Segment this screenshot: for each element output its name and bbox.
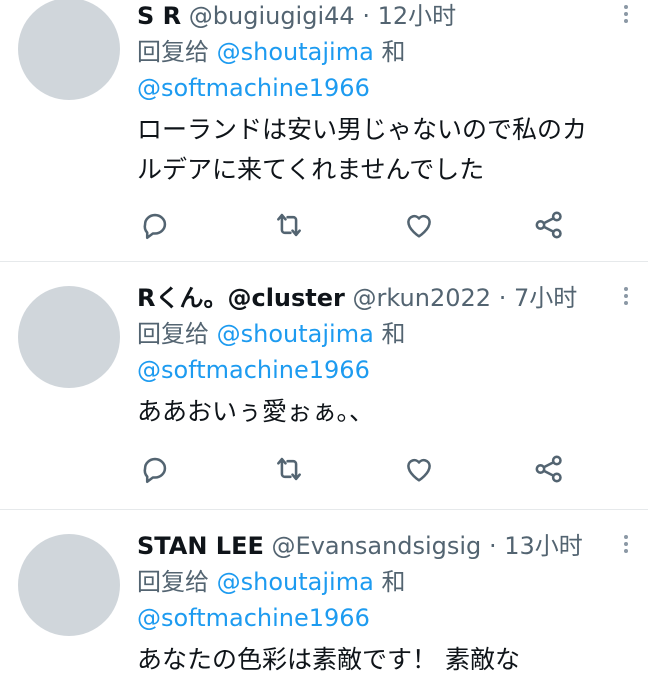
reply-to-2: @softmachine1966	[137, 70, 638, 106]
retweet-icon[interactable]	[272, 208, 306, 242]
user-handle[interactable]: @bugiugigi44	[189, 2, 355, 30]
reply-icon[interactable]	[138, 452, 172, 486]
reply-prefix: 回复给	[137, 568, 209, 596]
separator-dot: ·	[498, 284, 507, 312]
display-name[interactable]: S R	[137, 2, 181, 30]
heart-icon[interactable]	[402, 208, 436, 242]
reply-prefix: 回复给	[137, 320, 209, 348]
mention-link[interactable]: @softmachine1966	[137, 604, 370, 632]
user-handle[interactable]: @rkun2022	[353, 284, 492, 312]
mention-link[interactable]: @softmachine1966	[137, 74, 370, 102]
reply-conjunction: 和	[381, 568, 406, 596]
reply-to: 回复给 @shoutajima 和	[137, 34, 638, 70]
tweet-text: ローランドは安い男じゃないので私のカ ルデアに来てくれませんでした	[137, 110, 638, 190]
tweet-text: ああおいぅ愛ぉぁ。、	[137, 392, 638, 432]
reply-to: 回复给 @shoutajima 和	[137, 316, 638, 352]
reply-to-2: @softmachine1966	[137, 600, 638, 636]
timestamp[interactable]: 7小时	[514, 284, 577, 312]
share-icon[interactable]	[532, 208, 566, 242]
user-handle[interactable]: @Evansandsigsig	[272, 532, 482, 560]
mention-link[interactable]: @shoutajima	[217, 38, 374, 66]
avatar[interactable]	[18, 286, 120, 388]
reply-icon[interactable]	[138, 208, 172, 242]
tweet-actions	[0, 208, 648, 248]
heart-icon[interactable]	[402, 452, 436, 486]
separator-dot: ·	[362, 2, 370, 30]
mention-link[interactable]: @shoutajima	[217, 568, 374, 596]
avatar[interactable]	[18, 0, 120, 100]
mention-link[interactable]: @softmachine1966	[137, 356, 370, 384]
tweet-body: Rくん。@cluster @rkun2022 · 7小时 回复给 @shouta…	[137, 280, 638, 432]
tweet-header: S R @bugiugigi44 · 12小时	[137, 0, 638, 34]
tweet-header: Rくん。@cluster @rkun2022 · 7小时	[137, 280, 638, 316]
reply-prefix: 回复给	[137, 38, 209, 66]
tweet-text-line: ルデアに来てくれませんでした	[137, 155, 485, 184]
timestamp[interactable]: 13小时	[504, 532, 583, 560]
more-icon[interactable]	[614, 532, 638, 560]
avatar[interactable]	[18, 534, 120, 636]
tweet-header: STAN LEE @Evansandsigsig · 13小时	[137, 528, 638, 564]
tweet-body: STAN LEE @Evansandsigsig · 13小时 回复给 @sho…	[137, 528, 638, 680]
reply-to: 回复给 @shoutajima 和	[137, 564, 638, 600]
tweet[interactable]: STAN LEE @Evansandsigsig · 13小时 回复给 @sho…	[0, 510, 648, 688]
tweet-text-line: ローランドは安い男じゃないので私のカ	[137, 115, 588, 144]
retweet-icon[interactable]	[272, 452, 306, 486]
timestamp[interactable]: 12小时	[378, 2, 457, 30]
display-name[interactable]: Rくん。@cluster	[137, 284, 345, 312]
tweet[interactable]: Rくん。@cluster @rkun2022 · 7小时 回复给 @shouta…	[0, 262, 648, 510]
tweet-text: あなたの色彩は素敵です！ 素敵な	[137, 640, 638, 680]
display-name[interactable]: STAN LEE	[137, 532, 264, 560]
share-icon[interactable]	[532, 452, 566, 486]
more-icon[interactable]	[614, 284, 638, 312]
tweet[interactable]: S R @bugiugigi44 · 12小时 回复给 @shoutajima …	[0, 0, 648, 262]
reply-conjunction: 和	[381, 38, 406, 66]
tweet-text-line: あなたの色彩は素敵です！ 素敵な	[137, 645, 520, 674]
more-icon[interactable]	[614, 2, 638, 30]
separator-dot: ·	[488, 532, 497, 560]
tweet-actions	[0, 452, 648, 492]
reply-to-2: @softmachine1966	[137, 352, 638, 388]
tweet-body: S R @bugiugigi44 · 12小时 回复给 @shoutajima …	[137, 0, 638, 190]
mention-link[interactable]: @shoutajima	[217, 320, 374, 348]
reply-conjunction: 和	[381, 320, 406, 348]
tweet-text-line: ああおいぅ愛ぉぁ。、	[137, 397, 375, 426]
